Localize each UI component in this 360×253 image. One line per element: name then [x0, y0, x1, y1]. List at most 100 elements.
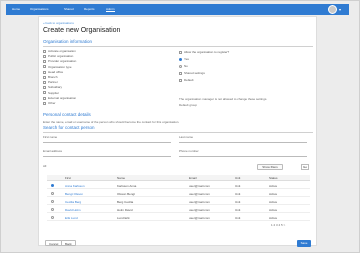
table-row[interactable]: Anna Karlsson Karlsson Anna user@mail.com U… [47, 182, 310, 189]
checkbox[interactable] [43, 91, 46, 95]
option-label: Default [184, 78, 194, 82]
checkbox[interactable] [43, 86, 46, 90]
org-checkbox-row[interactable]: Head office [43, 70, 63, 74]
nav-home[interactable]: Home [12, 7, 20, 11]
org-option-row[interactable]: No [179, 64, 188, 68]
settings-note: The organisation manager is not allowed … [179, 97, 268, 101]
org-checkbox-row[interactable]: Subsidiary [43, 85, 62, 89]
org-checkbox-row[interactable]: Activate organisation [43, 49, 76, 53]
table-cell: Active [269, 192, 278, 196]
option-label: Yes [184, 57, 189, 61]
org-option-row[interactable]: Shared settings [179, 71, 205, 75]
table-cell[interactable]: Bengt Olsson [65, 192, 83, 196]
checkbox[interactable] [43, 70, 46, 74]
table-cell: Unit [235, 200, 241, 204]
table-row[interactable]: Erik Lund Lund Erik user@mail.com Unit Activ… [47, 214, 310, 221]
table-cell: Unit [235, 216, 241, 220]
checkbox-label: Organisation type [48, 64, 72, 69]
row-select-radio[interactable] [51, 208, 54, 211]
checkbox[interactable] [179, 78, 182, 82]
phone-input[interactable] [179, 153, 307, 157]
org-checkbox-row[interactable]: Branch [43, 75, 58, 79]
checkbox-label: External organisation [48, 95, 77, 100]
nav-admin[interactable]: Admin [106, 7, 115, 12]
contact-intro: Enter the name, email or username of the… [43, 120, 180, 124]
email-input[interactable] [43, 153, 171, 157]
table-cell: Active [269, 208, 278, 212]
option-label: No [184, 64, 188, 68]
section-personal-contact: Personal contact details [43, 112, 91, 117]
row-select-radio[interactable] [51, 192, 54, 195]
org-checkbox-row[interactable]: Public organisation [43, 54, 73, 58]
checkbox-label: Public organisation [48, 54, 74, 59]
column-header: Unit [235, 176, 241, 180]
row-select-radio[interactable] [51, 184, 54, 187]
checkbox[interactable] [43, 101, 46, 105]
org-checkbox-row[interactable]: Provider organisation [43, 59, 76, 63]
pagination[interactable]: 1 2 3 4 5 > [271, 223, 285, 227]
table-cell[interactable]: Cecilia Berg [65, 200, 81, 204]
org-checkbox-row[interactable]: Organisation type [43, 65, 72, 69]
column-header: Name [117, 176, 126, 180]
table-cell[interactable]: Erik Lund [65, 216, 78, 220]
option-label: Allow the organisation to register? [184, 50, 230, 54]
table-cell: user@mail.com [189, 192, 210, 196]
org-checkbox-row[interactable]: External organisation [43, 96, 76, 100]
go-button[interactable]: Go [301, 164, 309, 170]
checkbox[interactable] [43, 75, 46, 79]
row-select-radio[interactable] [51, 200, 54, 203]
checkbox-label: Activate organisation [48, 49, 76, 53]
table-row[interactable]: Cecilia Berg Berg Cecilia user@mail.com Uni… [47, 198, 310, 205]
checkbox[interactable] [43, 96, 46, 100]
table-row[interactable]: David Holm Holm David user@mail.com Unit Act… [47, 206, 310, 213]
table-cell: Holm David [117, 208, 133, 212]
breadcrumb[interactable]: « back to organisations [43, 21, 74, 25]
table-cell: Active [269, 200, 278, 204]
chevron-down-icon[interactable]: ▾ [339, 7, 341, 12]
checkbox[interactable] [43, 54, 46, 58]
table-row[interactable]: Bengt Olsson Olsson Bengt user@mail.com Uni… [47, 190, 310, 197]
org-option-row[interactable]: Allow the organisation to register? [179, 50, 229, 54]
nav-reports[interactable]: Reports [84, 7, 95, 11]
section-search-contact: Search for contact person [43, 125, 95, 130]
table-cell: Olsson Bengt [117, 192, 136, 196]
column-header: First [65, 176, 71, 180]
org-checkbox-row[interactable]: Supplier [43, 91, 59, 95]
org-option-row[interactable]: Default [179, 78, 194, 82]
table-header: First Name Email Unit Status [47, 175, 310, 181]
search-filter-value[interactable]: All [43, 164, 46, 168]
table-cell: user@mail.com [189, 216, 210, 220]
first-name-input[interactable] [43, 139, 171, 143]
table-cell: Berg Cecilia [117, 200, 134, 204]
column-header: Status [269, 176, 278, 180]
save-button[interactable]: Save [297, 240, 311, 247]
checkbox-label: Supplier [48, 90, 60, 95]
radio-button[interactable] [179, 57, 182, 61]
table-cell: user@mail.com [189, 200, 210, 204]
nav-shared[interactable]: Shared [64, 7, 74, 11]
checkbox-label: Provider organisation [48, 59, 77, 64]
checkbox-label: Other [48, 101, 56, 105]
row-select-radio[interactable] [51, 216, 54, 219]
back-button[interactable]: Back [61, 240, 76, 246]
org-checkbox-row[interactable]: Other [43, 101, 56, 105]
radio-button[interactable] [179, 64, 182, 68]
checkbox[interactable] [43, 60, 46, 64]
last-name-input[interactable] [179, 139, 307, 143]
org-option-row[interactable]: Yes [179, 57, 189, 61]
cancel-button[interactable]: Cancel [45, 240, 63, 246]
table-cell[interactable]: Anna Karlsson [65, 184, 85, 188]
table-cell: user@mail.com [189, 208, 210, 212]
table-cell: Unit [235, 184, 241, 188]
checkbox[interactable] [43, 65, 46, 69]
show-filters-button[interactable]: Show filters [257, 164, 283, 170]
checkbox[interactable] [179, 50, 182, 54]
divider [43, 132, 313, 133]
checkbox[interactable] [179, 71, 182, 75]
nav-organisations[interactable]: Organisations [30, 7, 49, 11]
checkbox[interactable] [43, 80, 46, 84]
checkbox[interactable] [43, 49, 46, 53]
table-cell[interactable]: David Holm [65, 208, 81, 212]
org-checkbox-row[interactable]: Partner [43, 80, 58, 84]
user-avatar[interactable] [328, 5, 337, 14]
